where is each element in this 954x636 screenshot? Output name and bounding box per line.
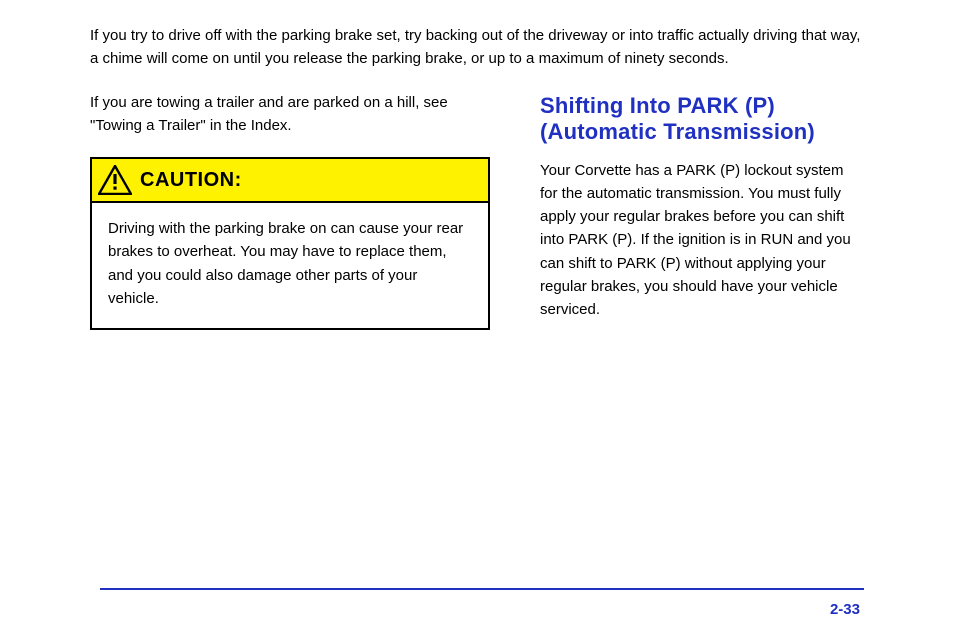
trailer-paragraph: If you are towing a trailer and are park… bbox=[90, 91, 490, 138]
caution-box: CAUTION: Driving with the parking brake … bbox=[90, 157, 490, 330]
left-column: If you are towing a trailer and are park… bbox=[90, 91, 490, 331]
right-paragraph-1: Your Corvette has a PARK (P) lockout sys… bbox=[540, 159, 864, 322]
intro-paragraph: If you try to drive off with the parking… bbox=[90, 24, 864, 71]
caution-header: CAUTION: bbox=[92, 159, 488, 203]
two-column-layout: If you are towing a trailer and are park… bbox=[90, 91, 864, 342]
footer-rule bbox=[100, 588, 864, 590]
section-title: Shifting Into PARK (P) (Automatic Transm… bbox=[540, 93, 864, 145]
page-content: If you try to drive off with the parking… bbox=[0, 0, 954, 341]
page-number: 2-33 bbox=[830, 601, 860, 618]
warning-triangle-icon bbox=[98, 165, 132, 195]
caution-title: CAUTION: bbox=[140, 169, 242, 192]
right-column: Shifting Into PARK (P) (Automatic Transm… bbox=[540, 91, 864, 342]
caution-body: Driving with the parking brake on can ca… bbox=[92, 203, 488, 328]
